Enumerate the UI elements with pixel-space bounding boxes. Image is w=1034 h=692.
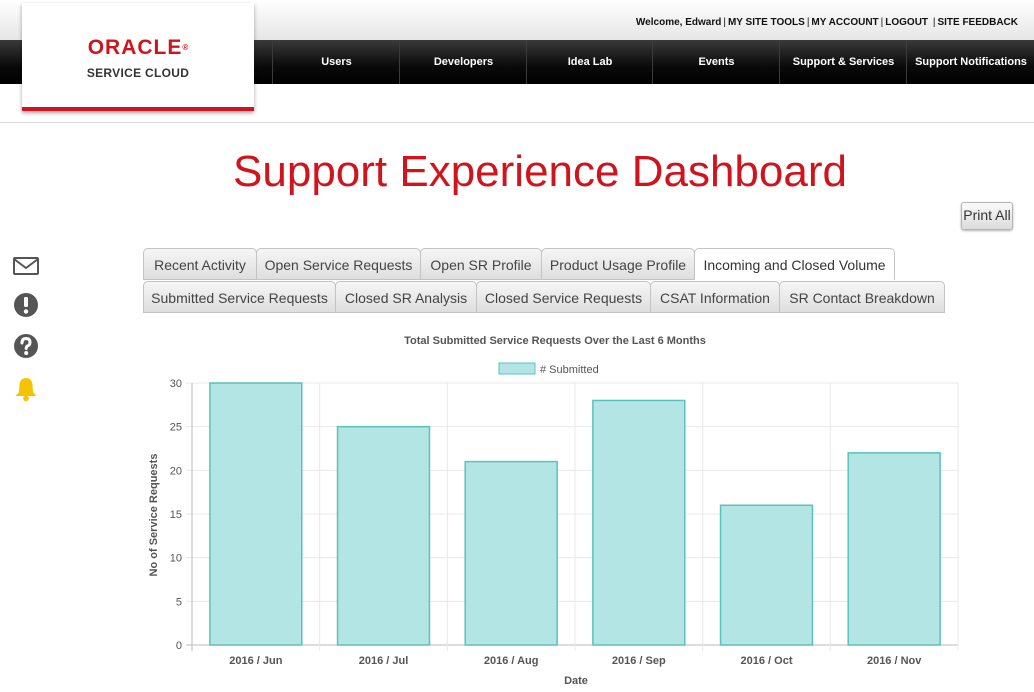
x-axis-ticks: 2016 / Jun 2016 / Jul 2016 / Aug 2016 / Sep… <box>229 655 922 667</box>
alert-icon[interactable] <box>12 291 40 319</box>
help-icon[interactable] <box>12 332 40 360</box>
logo-brand: ORACLE® <box>87 36 189 59</box>
bar-2016-jul[interactable] <box>336 425 431 646</box>
chart-title: Total Submitted Service Requests Over th… <box>404 335 706 347</box>
tab-closed-sr-analysis[interactable]: Closed SR Analysis <box>335 281 477 313</box>
submitted-sr-bar-chart: Total Submitted Service Requests Over th… <box>148 335 959 687</box>
header-links: Welcome, Edward | MY SITE TOOLS | MY ACCOUNT… <box>635 17 1018 28</box>
x-tick-label: 2016 / Jun <box>229 655 282 667</box>
oracle-service-cloud-logo[interactable]: ORACLE® SERVICE CLOUD <box>22 3 254 111</box>
y-tick-label: 10 <box>170 553 182 565</box>
envelope-icon[interactable] <box>12 252 40 280</box>
nav-idea-lab[interactable]: Idea Lab <box>526 40 653 84</box>
nav-support-notifications[interactable]: Support Notifications <box>906 40 1034 84</box>
logout-link[interactable]: LOGOUT <box>885 17 928 28</box>
y-axis-ticks: 0 5 10 15 20 25 30 <box>170 378 182 652</box>
y-tick-label: 20 <box>170 465 182 477</box>
nav-support-services[interactable]: Support & Services <box>779 40 907 84</box>
bar-2016-jun[interactable] <box>209 382 303 646</box>
my-site-tools-link[interactable]: MY SITE TOOLS <box>728 17 805 28</box>
x-tick-label: 2016 / Sep <box>612 655 666 667</box>
y-tick-label: 15 <box>170 509 182 521</box>
tab-submitted-service-requests[interactable]: Submitted Service Requests <box>143 281 336 313</box>
x-tick-label: 2016 / Oct <box>741 655 793 667</box>
x-tick-label: 2016 / Nov <box>867 655 922 667</box>
legend-label: # Submitted <box>540 364 599 376</box>
tab-closed-service-requests[interactable]: Closed Service Requests <box>476 281 651 313</box>
y-axis-label: No of Service Requests <box>148 454 160 577</box>
x-tick-label: 2016 / Jul <box>359 655 409 667</box>
print-all-button[interactable]: Print All <box>961 202 1013 230</box>
legend-swatch <box>498 362 536 375</box>
tab-recent-activity[interactable]: Recent Activity <box>143 248 257 280</box>
tab-product-usage-profile[interactable]: Product Usage Profile <box>541 248 695 280</box>
bar-2016-oct[interactable] <box>719 504 814 646</box>
bell-icon[interactable] <box>12 375 40 403</box>
tab-csat-information[interactable]: CSAT Information <box>650 281 780 313</box>
tab-incoming-closed-volume[interactable]: Incoming and Closed Volume <box>694 248 895 280</box>
my-account-link[interactable]: MY ACCOUNT <box>811 17 878 28</box>
y-tick-label: 30 <box>170 378 182 390</box>
tab-open-service-requests[interactable]: Open Service Requests <box>256 248 421 280</box>
page-title: Support Experience Dashboard <box>233 147 847 196</box>
tab-open-sr-profile[interactable]: Open SR Profile <box>420 248 542 280</box>
bar-2016-nov[interactable] <box>847 452 941 646</box>
x-tick-label: 2016 / Aug <box>484 655 539 667</box>
nav-events[interactable]: Events <box>652 40 780 84</box>
welcome-text: Welcome, Edward <box>635 17 722 28</box>
y-tick-label: 0 <box>176 640 182 652</box>
logo-product: SERVICE CLOUD <box>86 66 190 80</box>
x-axis-label: Date <box>564 675 588 687</box>
nav-users[interactable]: Users <box>272 40 400 84</box>
divider <box>0 122 1034 123</box>
bar-2016-sep[interactable] <box>592 399 686 646</box>
tab-sr-contact-breakdown[interactable]: SR Contact Breakdown <box>779 281 945 313</box>
y-tick-label: 25 <box>170 422 182 434</box>
nav-developers[interactable]: Developers <box>399 40 527 84</box>
site-feedback-link[interactable]: SITE FEEDBACK <box>937 17 1018 28</box>
y-tick-label: 5 <box>176 596 182 608</box>
bar-2016-aug[interactable] <box>464 460 558 646</box>
